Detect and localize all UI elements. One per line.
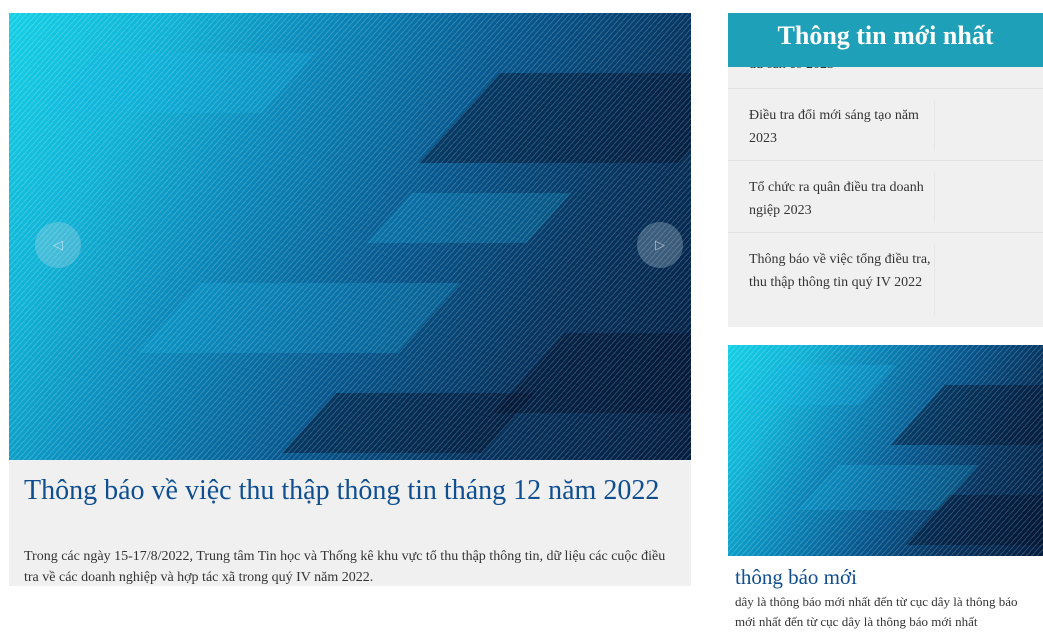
divider (728, 160, 1043, 161)
divider (934, 173, 935, 223)
side-card-image[interactable] (728, 345, 1043, 556)
divider (934, 101, 935, 151)
news-item[interactable]: Thông báo về việc tổng điều tra, thu thậ… (749, 248, 934, 294)
slider-prev-button[interactable]: ◁ (35, 222, 81, 268)
slider-caption: Thông báo về việc thu thập thông tin thá… (9, 460, 691, 586)
side-card-title[interactable]: thông báo mới (735, 564, 857, 590)
chevron-left-icon: ◁ (53, 237, 63, 253)
slider-title[interactable]: Thông báo về việc thu thập thông tin thá… (24, 474, 664, 508)
slider-summary: Trong các ngày 15-17/8/2022, Trung tâm T… (24, 549, 666, 585)
divider (728, 232, 1043, 233)
slider-image: ◁ ▷ (9, 13, 691, 460)
latest-news-header: Thông tin mới nhất (728, 13, 1043, 67)
slider-next-button[interactable]: ▷ (637, 222, 683, 268)
divider (728, 88, 1043, 89)
chevron-right-icon: ▷ (655, 237, 665, 253)
side-card-text: dây là thông báo mới nhất đến từ cục dây… (735, 594, 1018, 629)
news-item[interactable]: Tổ chức ra quân điều tra doanh ngiệp 202… (749, 176, 934, 222)
news-item[interactable]: Điều tra đổi mới sáng tạo năm 2023 (749, 104, 934, 150)
latest-news-panel: Thông tin mới nhất dữ sản cổ 2023 Điều t… (728, 13, 1043, 327)
divider (934, 245, 935, 315)
